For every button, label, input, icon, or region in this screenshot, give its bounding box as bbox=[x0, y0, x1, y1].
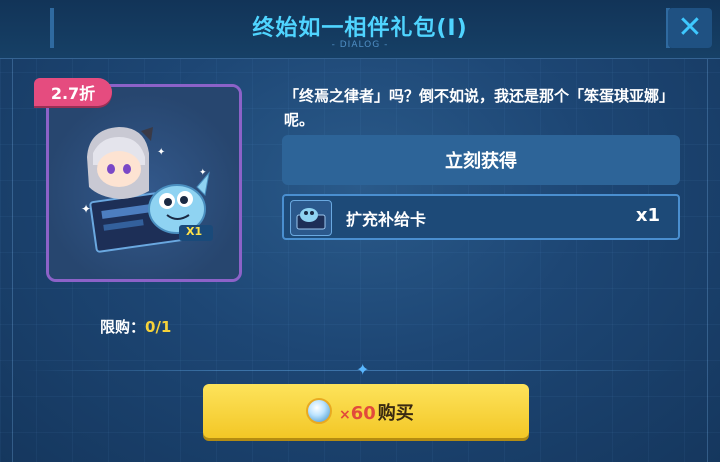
discount-badge: 2.7折 bbox=[34, 78, 112, 106]
close-button[interactable]: ✕ bbox=[668, 8, 712, 48]
item-illustration: ✦ ✦ ✦ bbox=[81, 127, 213, 253]
price-amount: 60 bbox=[350, 403, 376, 424]
reward-quantity: x1 bbox=[635, 205, 660, 226]
price-multiplier: × bbox=[339, 407, 351, 423]
svg-text:✦: ✦ bbox=[157, 147, 165, 158]
buy-label: 购买 bbox=[377, 403, 414, 424]
svg-text:✦: ✦ bbox=[81, 202, 91, 216]
crystal-coin-icon bbox=[306, 398, 332, 424]
svg-text:✦: ✦ bbox=[199, 168, 207, 178]
dialog-title: 终始如一相伴礼包(Ⅰ) bbox=[252, 16, 468, 41]
dialog-header: 终始如一相伴礼包(Ⅰ) - DIALOG - ✕ bbox=[0, 0, 720, 59]
reward-name: 扩充补给卡 bbox=[346, 210, 427, 229]
gift-pack-dialog: 终始如一相伴礼包(Ⅰ) - DIALOG - ✕ ✦ ✦ ✦ X1 2.7折 限… bbox=[0, 0, 720, 462]
character-chibi bbox=[87, 127, 153, 199]
purchase-limit: 限购：0/1 bbox=[100, 316, 171, 337]
pack-description: 「终焉之律者」吗？倒不如说，我还是那个「笨蛋琪亚娜」呢。 bbox=[284, 87, 675, 129]
supply-card-icon bbox=[290, 200, 332, 236]
divider-star-icon: ✦ bbox=[356, 360, 370, 379]
item-preview-frame[interactable]: ✦ ✦ ✦ X1 bbox=[46, 84, 242, 282]
purchase-limit-value: 0/1 bbox=[145, 318, 172, 336]
supply-card-icon-graphic bbox=[296, 208, 326, 230]
reward-item-row[interactable]: 扩充补给卡 x1 bbox=[282, 194, 680, 240]
dialog-subtitle: - DIALOG - bbox=[331, 40, 389, 50]
close-icon: ✕ bbox=[677, 10, 703, 45]
claim-now-button[interactable]: 立刻获得 bbox=[282, 135, 680, 185]
purchase-limit-label: 限购： bbox=[100, 318, 146, 336]
buy-button[interactable]: ×60 购买 bbox=[203, 384, 529, 438]
blue-creature bbox=[148, 171, 210, 234]
buy-price: ×60 购买 bbox=[339, 399, 414, 425]
dialog-subtitle-text: DIALOG bbox=[339, 40, 381, 50]
quantity-badge-label: X1 bbox=[186, 225, 203, 238]
